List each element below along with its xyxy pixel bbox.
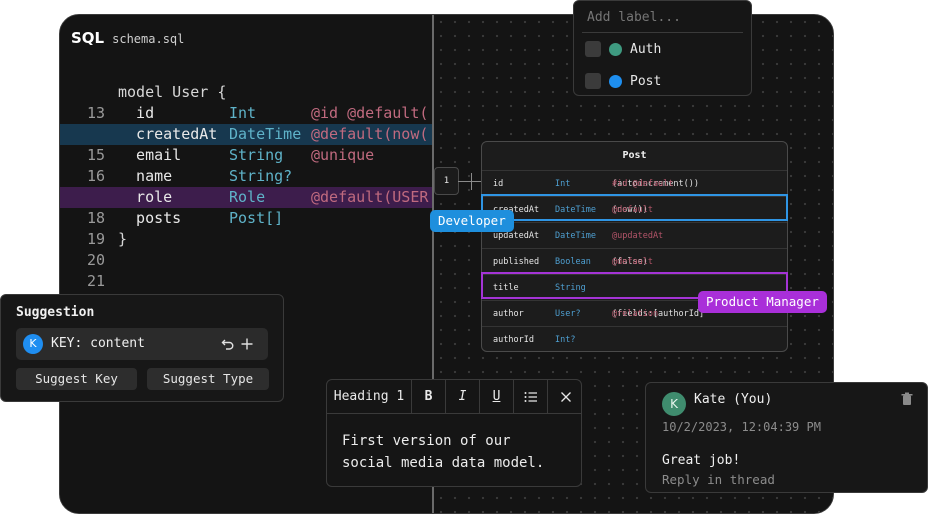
label-popover: Auth Post	[573, 0, 752, 96]
field-name: name	[118, 167, 173, 185]
column-attribute: @relation (fields:[authorId]	[612, 301, 704, 327]
italic-button[interactable]: I	[446, 380, 480, 414]
label-option-post[interactable]: Post	[585, 72, 661, 90]
code-line: 13 model User {	[60, 82, 432, 122]
bold-button[interactable]: B	[412, 380, 446, 414]
code-line: 17 name String?	[60, 166, 432, 206]
field-attribute: @unique	[311, 146, 375, 164]
column-type: User?	[555, 309, 581, 319]
table-row[interactable]: updatedAt DateTime @updatedAt	[482, 222, 787, 248]
label-option-name: Post	[630, 73, 662, 89]
table-row[interactable]: id Int #id @default (autoincrement())	[482, 170, 787, 196]
field-name: id	[118, 104, 155, 122]
column-type: Int?	[555, 335, 576, 345]
checkbox[interactable]	[585, 73, 601, 89]
code-text: }	[118, 230, 128, 248]
suggestion-panel: Suggestion K KEY: content Suggest Key Su…	[0, 294, 284, 402]
code-line: 22	[60, 271, 432, 311]
field-name: email	[118, 146, 182, 164]
attribute-name: @relation	[612, 309, 659, 319]
avatar: K	[662, 392, 686, 416]
reply-in-thread-link[interactable]: Reply in thread	[662, 472, 775, 487]
field-attribute: @default(USER	[311, 188, 429, 206]
suggestion-item[interactable]: K KEY: content	[16, 328, 268, 360]
code-lines: 13 model User { 14 id Int @id @default( …	[60, 82, 432, 311]
checkbox[interactable]	[585, 41, 601, 57]
code-line: 16 email String @unique	[60, 145, 432, 185]
close-icon[interactable]	[548, 380, 581, 414]
attribute-name: @updatedAt	[612, 231, 664, 241]
label-search-input[interactable]	[587, 10, 737, 25]
cursor-tag-product-manager: Product Manager	[698, 291, 827, 313]
code-line: 20 }	[60, 229, 432, 269]
panel-title: Suggestion	[16, 305, 95, 320]
divider	[582, 32, 743, 33]
suggest-key-button[interactable]: Suggest Key	[16, 368, 137, 390]
code-line-highlighted: 18 role Role @default(USER	[60, 187, 432, 227]
row-selection-developer	[481, 194, 788, 221]
field-type: Post[]	[229, 209, 284, 227]
code-text: model User {	[118, 83, 227, 101]
field-attribute: @id @default(	[311, 104, 429, 122]
editor-body-text[interactable]: First version of our social media data m…	[342, 430, 567, 474]
color-dot-icon	[609, 42, 622, 56]
table-title: Post	[622, 150, 647, 161]
suggestion-text: KEY: content	[51, 336, 145, 351]
cursor-tag-developer: Developer	[430, 210, 514, 232]
column-name: author	[493, 309, 524, 319]
field-type: String	[229, 146, 284, 164]
post-table-node[interactable]: Post id Int #id @default (autoincrement()…	[481, 141, 788, 352]
trash-icon[interactable]	[901, 391, 913, 405]
color-dot-icon	[609, 74, 622, 88]
format-toolbar: Heading 1 B I U	[327, 380, 581, 414]
avatar: K	[23, 334, 43, 354]
field-type: Role	[229, 188, 266, 206]
field-attribute: @default(now(	[311, 125, 429, 143]
comment-timestamp: 10/2/2023, 12:04:39 PM	[662, 420, 821, 434]
code-line: 19 posts Post[]	[60, 208, 432, 248]
underline-button[interactable]: U	[480, 380, 514, 414]
field-type: String?	[229, 167, 293, 185]
text-editor-popover: Heading 1 B I U First version of our soc…	[326, 379, 582, 487]
field-type: Int	[229, 104, 257, 122]
comment-author: Kate (You)	[694, 392, 773, 407]
heading-select[interactable]: Heading 1	[327, 380, 412, 414]
field-name: role	[118, 188, 173, 206]
field-name: createdAt	[118, 125, 218, 143]
plus-icon[interactable]	[240, 334, 254, 355]
table-row[interactable]: authorId Int?	[482, 326, 787, 352]
field-name: posts	[118, 209, 182, 227]
column-type: DateTime	[555, 231, 596, 241]
code-line-highlighted: 15 createdAt DateTime @default(now(	[60, 124, 432, 164]
language-label: SQL	[71, 29, 105, 47]
field-type: DateTime	[229, 125, 302, 143]
list-icon[interactable]	[514, 380, 548, 414]
relation-line	[458, 181, 481, 182]
column-name: authorId	[493, 335, 534, 345]
undo-icon[interactable]	[221, 334, 235, 355]
label-option-name: Auth	[630, 41, 662, 57]
code-line: 14 id Int @id @default(	[60, 103, 432, 143]
relation-tick	[471, 173, 472, 190]
comment-card: K Kate (You) 10/2/2023, 12:04:39 PM Grea…	[645, 382, 928, 493]
code-line: 21	[60, 250, 432, 290]
table-row[interactable]: published Boolean @default (false)	[482, 248, 787, 274]
label-option-auth[interactable]: Auth	[585, 40, 661, 58]
file-name: schema.sql	[112, 32, 185, 46]
comment-text: Great job!	[662, 453, 741, 468]
editor-header: SQL schema.sql	[71, 29, 184, 47]
relation-count-badge: 1	[434, 167, 459, 195]
suggest-type-button[interactable]: Suggest Type	[147, 368, 269, 390]
